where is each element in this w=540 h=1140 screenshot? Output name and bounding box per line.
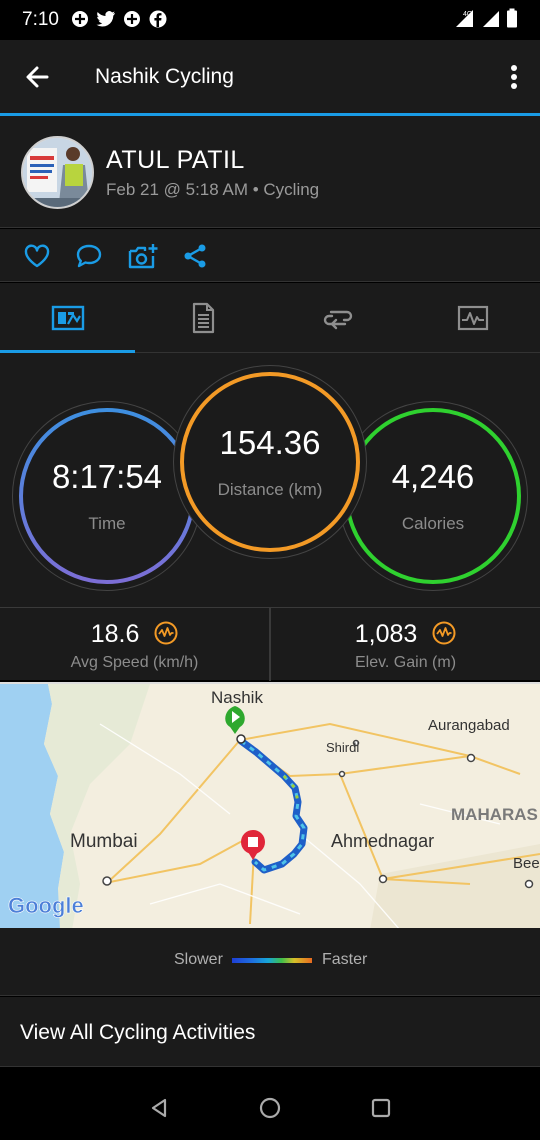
- avatar[interactable]: [21, 136, 94, 209]
- avg-speed-value: 18.6: [90, 620, 140, 648]
- share-button[interactable]: [181, 241, 211, 271]
- battery-icon: [506, 8, 518, 33]
- activity-header: ATUL PATIL Feb 21 @ 5:18 AM • Cycling: [0, 116, 540, 228]
- more-vert-icon: [511, 65, 517, 89]
- distance-value: 154.36: [219, 424, 321, 461]
- nav-back-button[interactable]: [147, 1096, 171, 1120]
- speed-legend: Slower Faster: [0, 928, 540, 996]
- document-icon: [192, 302, 214, 334]
- svg-text:4G: 4G: [463, 11, 472, 18]
- comment-icon: [76, 244, 102, 268]
- google-logo: Google: [8, 893, 84, 918]
- wave-chart-icon: [432, 621, 456, 645]
- system-icons: 4G: [454, 8, 518, 33]
- triangle-back-icon: [151, 1098, 167, 1118]
- notification-app-icon: [70, 9, 90, 29]
- legend-gradient-bar: [232, 958, 312, 963]
- view-all-label: View All Cycling Activities: [20, 1021, 256, 1044]
- comment-button[interactable]: [74, 241, 104, 271]
- square-recents-icon: [371, 1098, 391, 1118]
- route-map[interactable]: Nashik Aurangabad Shirdi MAHARAS Mumbai …: [0, 682, 540, 928]
- user-name: ATUL PATIL: [106, 146, 245, 174]
- avg-speed-value-row: 18.6: [0, 620, 269, 649]
- elev-gain-cell[interactable]: 1,083 Elev. Gain (m): [271, 608, 540, 681]
- summary-row: 18.6 Avg Speed (km/h) 1,083 Elev. Gain (…: [0, 607, 540, 681]
- distance-label: Distance (km): [217, 480, 323, 499]
- tab-laps[interactable]: [270, 283, 405, 353]
- calories-label: Calories: [401, 514, 465, 533]
- system-nav-bar: [0, 1076, 540, 1140]
- back-button[interactable]: [20, 60, 54, 94]
- status-time: 7:10: [22, 9, 59, 30]
- wave-chart-icon: [154, 621, 178, 645]
- tab-charts[interactable]: [405, 283, 540, 353]
- tab-overview[interactable]: [0, 283, 135, 353]
- map-label-maharashtra: MAHARAS: [451, 805, 538, 824]
- notification-app-icon: [122, 9, 142, 29]
- map-label-mumbai: Mumbai: [70, 831, 138, 852]
- time-value: 8:17:54: [51, 458, 163, 495]
- legend-faster-label: Faster: [322, 951, 368, 968]
- elev-gain-value-row: 1,083: [271, 620, 540, 649]
- distance-stat: 154.36 Distance (km): [173, 365, 367, 559]
- action-row: [0, 229, 540, 282]
- signal-icon: [482, 10, 500, 33]
- elev-gain-label: Elev. Gain (m): [354, 654, 457, 671]
- share-icon: [184, 244, 206, 268]
- map-label-aurangabad: Aurangabad: [428, 717, 510, 734]
- like-heart-icon: [24, 244, 50, 268]
- like-button[interactable]: [22, 241, 52, 271]
- app-bar: Nashik Cycling: [0, 40, 540, 114]
- view-all-cycling-activities-link[interactable]: View All Cycling Activities: [0, 997, 540, 1067]
- map-label-nashik: Nashik: [211, 688, 263, 707]
- tab-bar: [0, 283, 540, 353]
- add-photo-icon: [128, 244, 158, 269]
- circle-home-icon: [259, 1097, 281, 1119]
- overview-chart-icon: [51, 305, 84, 331]
- status-bar: 7:10 4G: [0, 0, 540, 40]
- facebook-icon: [148, 9, 168, 29]
- back-arrow-icon: [26, 66, 49, 88]
- twitter-icon: [96, 9, 116, 29]
- calories-stat: 4,246 Calories: [338, 401, 528, 591]
- laps-loop-icon: [323, 310, 352, 330]
- map-label-ahmednagar: Ahmednagar: [331, 831, 434, 851]
- legend-slower-label: Slower: [174, 951, 223, 968]
- calories-value: 4,246: [391, 458, 475, 495]
- activity-meta: Feb 21 @ 5:18 AM • Cycling: [106, 180, 320, 199]
- more-options-button[interactable]: [502, 60, 526, 94]
- nav-recents-button[interactable]: [369, 1096, 393, 1120]
- avg-speed-label: Avg Speed (km/h): [70, 654, 199, 671]
- time-label: Time: [88, 514, 126, 533]
- nav-home-button[interactable]: [258, 1096, 282, 1120]
- signal-4g-icon: 4G: [454, 8, 476, 33]
- elev-gain-value: 1,083: [354, 620, 418, 648]
- map-label-shirdi: Shirdi: [326, 740, 359, 755]
- add-photo-button[interactable]: [127, 241, 158, 271]
- notification-icons: [70, 9, 168, 29]
- page-title: Nashik Cycling: [95, 65, 234, 88]
- map-label-beed: Bee: [513, 855, 540, 872]
- tab-details[interactable]: [135, 283, 270, 353]
- avg-speed-cell[interactable]: 18.6 Avg Speed (km/h): [0, 608, 269, 681]
- activity-chart-icon: [457, 305, 488, 331]
- stats-panel: 8:17:54 Time 4,246 Calories 154.36 Dista…: [0, 353, 540, 607]
